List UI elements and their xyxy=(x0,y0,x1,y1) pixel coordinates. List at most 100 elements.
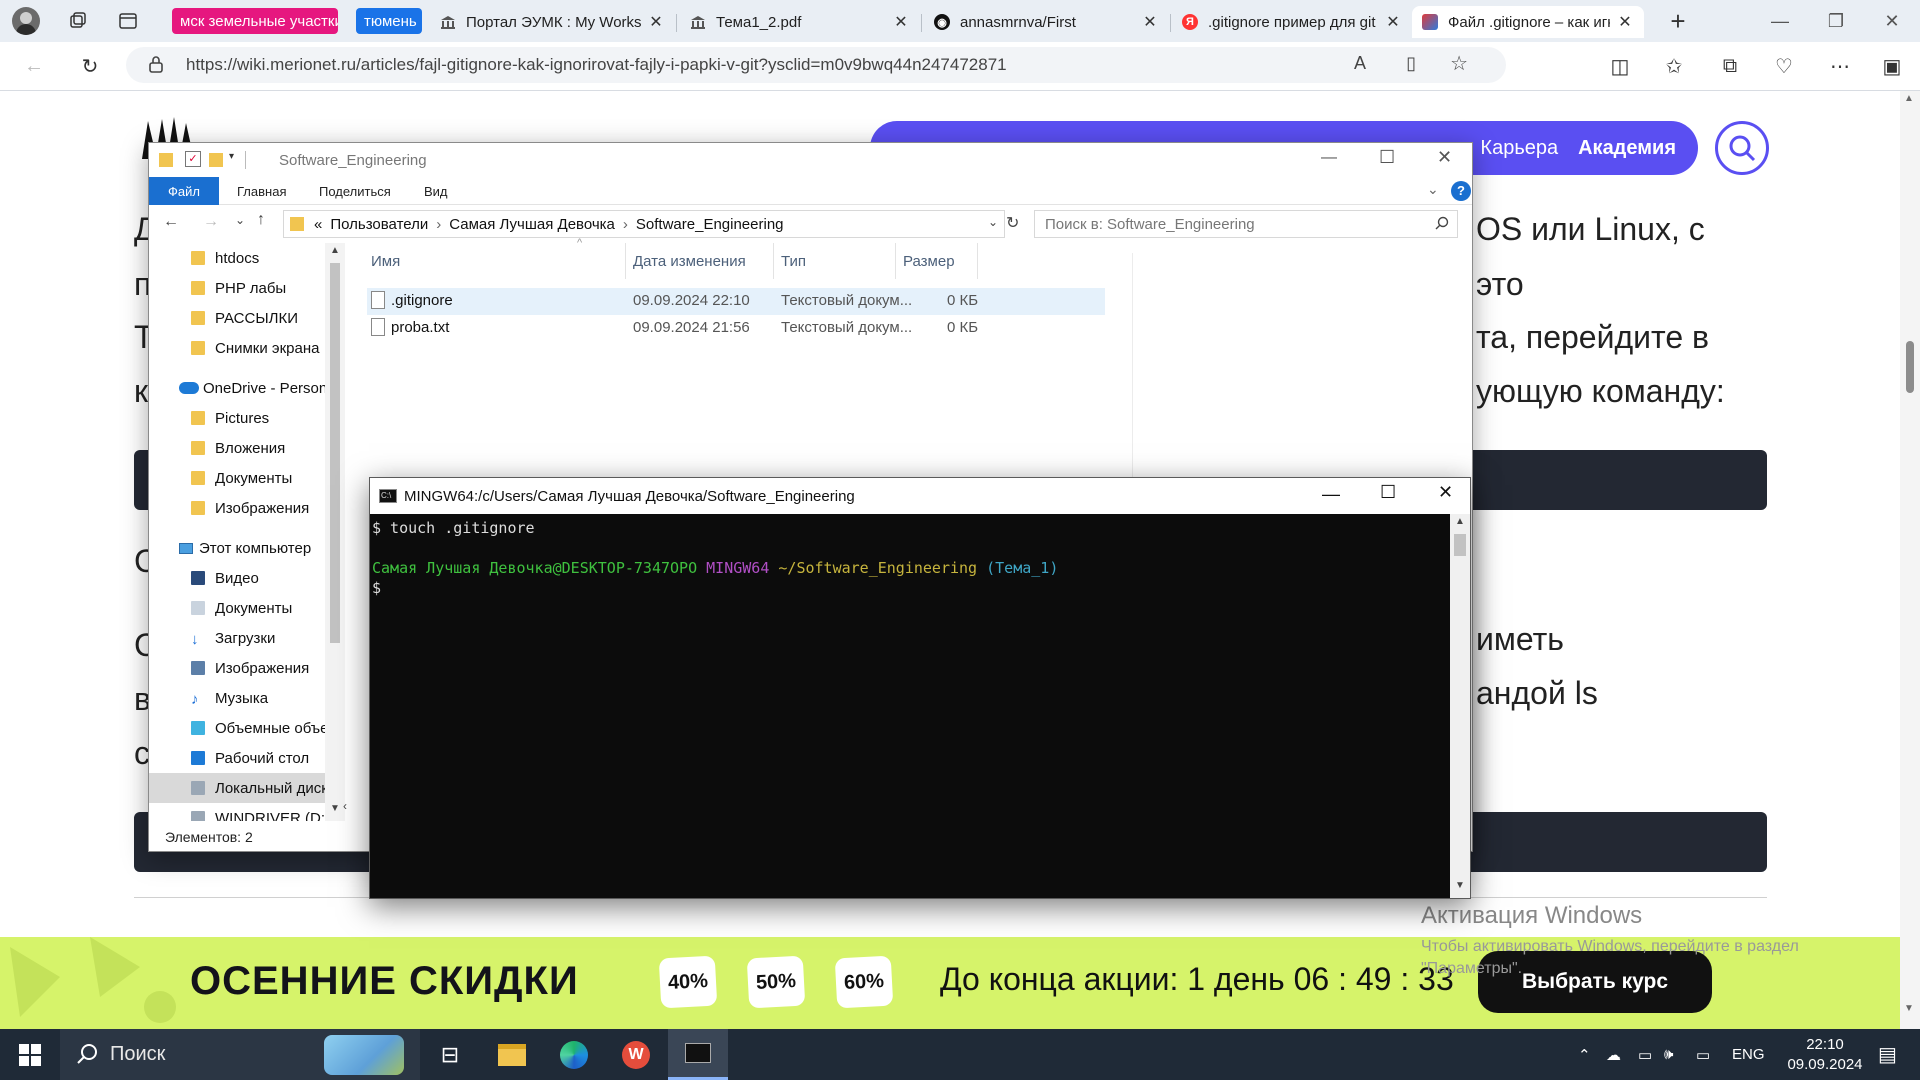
close-tab-icon[interactable]: ✕ xyxy=(1384,12,1402,32)
nav-item-selected[interactable]: Локальный диск xyxy=(149,773,345,803)
nav-item[interactable]: PHP лабы xyxy=(149,273,345,303)
file-explorer-taskbar-icon[interactable] xyxy=(482,1029,542,1080)
new-folder-icon[interactable] xyxy=(209,153,223,167)
scroll-up-icon[interactable]: ▲ xyxy=(1904,93,1914,104)
scroll-down-icon[interactable]: ▼ xyxy=(1455,880,1465,891)
quick-access-dropdown-icon[interactable]: ▾ xyxy=(229,151,234,162)
minimize-icon[interactable]: — xyxy=(1321,149,1337,167)
back-arrow-icon[interactable]: ← xyxy=(163,213,179,231)
maximize-icon[interactable]: ☐ xyxy=(1379,147,1395,168)
back-arrow-icon[interactable]: ← xyxy=(16,48,52,84)
refresh-icon[interactable]: ↻ xyxy=(1006,213,1019,233)
nav-pane-scrollbar[interactable]: ▲ ▼ xyxy=(325,243,345,821)
favorites-icon[interactable]: ✩ xyxy=(1656,48,1692,84)
scrollbar-thumb[interactable] xyxy=(1454,534,1466,556)
nav-item[interactable]: Вложения xyxy=(149,433,345,463)
column-header-name[interactable]: Имя xyxy=(371,253,400,270)
close-window-icon[interactable]: ✕ xyxy=(1864,0,1920,42)
minimize-icon[interactable]: — xyxy=(1752,0,1808,42)
menu-item-career[interactable]: Карьера xyxy=(1480,137,1558,160)
minimize-icon[interactable]: — xyxy=(1322,484,1340,505)
search-icon[interactable] xyxy=(1435,216,1449,234)
restore-icon[interactable]: ❐ xyxy=(1808,0,1864,42)
forward-arrow-icon[interactable]: → xyxy=(203,213,219,231)
terminal-taskbar-icon[interactable] xyxy=(668,1029,728,1080)
scroll-left-icon[interactable]: ‹ xyxy=(343,799,347,813)
terminal-scrollbar[interactable]: ▲ ▼ xyxy=(1450,514,1470,898)
close-icon[interactable]: ✕ xyxy=(1437,147,1452,168)
sidebar-toggle-icon[interactable]: ▣ xyxy=(1874,48,1910,84)
favorite-star-icon[interactable]: ☆ xyxy=(1450,51,1468,76)
breadcrumb-overflow[interactable]: « xyxy=(314,216,322,233)
pinned-pill-moscow[interactable]: мск земельные участки xyxy=(172,8,338,34)
chevron-down-icon[interactable]: ⌄ xyxy=(1427,181,1439,198)
nav-item-this-pc[interactable]: Этот компьютер xyxy=(149,533,345,563)
taskbar-search[interactable]: Поиск xyxy=(60,1029,420,1080)
scroll-down-icon[interactable]: ▼ xyxy=(330,803,340,814)
read-aloud-icon[interactable]: A xyxy=(1354,53,1366,74)
terminal-output[interactable]: $ touch .gitignore Самая Лучшая Девочка@… xyxy=(370,514,1450,900)
site-search-icon[interactable] xyxy=(1715,121,1769,175)
scrollbar-thumb[interactable] xyxy=(1906,341,1914,393)
nav-item[interactable]: Рабочий стол xyxy=(149,743,345,773)
workspaces-icon[interactable] xyxy=(62,6,94,36)
browser-essentials-icon[interactable]: ♡ xyxy=(1766,48,1802,84)
ribbon-tab-file[interactable]: Файл xyxy=(149,177,219,205)
input-language[interactable]: ENG xyxy=(1732,1029,1765,1080)
volume-icon[interactable]: 🕪 xyxy=(1664,1029,1673,1080)
tray-overflow-icon[interactable]: ⌃ xyxy=(1578,1029,1591,1080)
nav-item[interactable]: Объемные объекты xyxy=(149,713,345,743)
clock[interactable]: 22:10 09.09.2024 xyxy=(1780,1029,1870,1080)
breadcrumb-item[interactable]: Самая Лучшая Девочка xyxy=(449,216,615,233)
nav-item[interactable]: Pictures xyxy=(149,403,345,433)
tab-merionet-active[interactable]: Файл .gitignore – как игнорировать ✕ xyxy=(1412,6,1644,38)
onedrive-tray-icon[interactable]: ☁ xyxy=(1606,1029,1621,1080)
explorer-path-bar[interactable]: « Пользователи › Самая Лучшая Девочка › … xyxy=(283,210,1005,238)
nav-item[interactable]: Документы xyxy=(149,593,345,623)
breadcrumb-item[interactable]: Пользователи xyxy=(330,216,428,233)
nav-item[interactable]: htdocs xyxy=(149,243,345,273)
close-icon[interactable]: ✕ xyxy=(1438,482,1453,503)
help-icon[interactable]: ? xyxy=(1451,181,1471,201)
vertical-tabs-icon[interactable] xyxy=(112,6,144,36)
nav-item-onedrive[interactable]: OneDrive - Personal xyxy=(149,373,345,403)
new-tab-icon[interactable]: + xyxy=(1662,6,1694,36)
nav-item[interactable]: Документы xyxy=(149,463,345,493)
column-header-type[interactable]: Тип xyxy=(781,253,806,270)
chevron-down-icon[interactable]: ⌄ xyxy=(988,215,998,229)
edge-taskbar-icon[interactable] xyxy=(544,1029,604,1080)
immersive-reader-icon[interactable]: ▯ xyxy=(1406,53,1416,74)
nav-item[interactable]: Изображения xyxy=(149,493,345,523)
recent-locations-icon[interactable]: ⌄ xyxy=(235,213,245,227)
nav-item[interactable]: ♪ Музыка xyxy=(149,683,345,713)
task-view-icon[interactable]: ⊟ xyxy=(420,1029,480,1080)
properties-icon[interactable]: ✓ xyxy=(185,151,201,167)
tab-yandex[interactable]: Я .gitignore пример для git ✕ xyxy=(1172,6,1412,38)
up-arrow-icon[interactable]: ↑ xyxy=(257,211,265,229)
file-row-proba[interactable]: proba.txt 09.09.2024 21:56 Текстовый док… xyxy=(367,315,1105,342)
notifications-icon[interactable]: ▤ xyxy=(1878,1029,1897,1080)
tab-github[interactable]: ◉ annasmrnva/First ✕ xyxy=(924,6,1169,38)
explorer-search-input[interactable]: Поиск в: Software_Engineering xyxy=(1034,210,1458,238)
file-row-gitignore[interactable]: .gitignore 09.09.2024 22:10 Текстовый до… xyxy=(367,288,1105,315)
scroll-down-icon[interactable]: ▼ xyxy=(1904,1003,1914,1014)
nav-item[interactable]: ↓ Загрузки xyxy=(149,623,345,653)
maximize-icon[interactable]: ☐ xyxy=(1380,482,1396,503)
nav-item[interactable]: Изображения xyxy=(149,653,345,683)
battery-icon[interactable]: ▭ xyxy=(1696,1029,1710,1080)
lock-icon[interactable] xyxy=(148,55,164,78)
terminal-window[interactable]: C:\ MINGW64:/c/Users/Самая Лучшая Девочк… xyxy=(369,477,1471,899)
page-scrollbar[interactable]: ▲ ▼ xyxy=(1900,91,1920,1029)
ribbon-tab-view[interactable]: Вид xyxy=(410,177,462,205)
pinned-pill-tyumen[interactable]: тюмень xyxy=(356,8,422,34)
close-tab-icon[interactable]: ✕ xyxy=(647,12,665,32)
address-bar[interactable]: https://wiki.merionet.ru/articles/fajl-g… xyxy=(126,47,1506,83)
collections-icon[interactable]: ⧉ xyxy=(1712,48,1748,84)
ribbon-tab-share[interactable]: Поделиться xyxy=(305,177,405,205)
close-tab-icon[interactable]: ✕ xyxy=(892,12,910,32)
tab-portal[interactable]: Портал ЭУМК : My Workspace ✕ xyxy=(430,6,675,38)
nav-item[interactable]: WINDRIVER (D:) xyxy=(149,803,345,821)
scrollbar-thumb[interactable] xyxy=(330,263,340,643)
wps-office-taskbar-icon[interactable]: W xyxy=(606,1029,666,1080)
more-menu-icon[interactable]: ⋯ xyxy=(1822,48,1858,84)
